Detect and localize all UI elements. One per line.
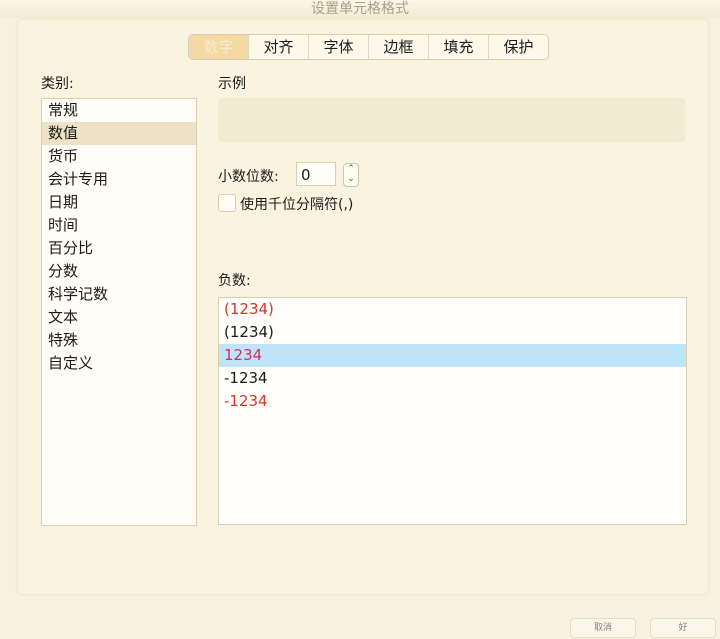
category-item-percentage[interactable]: 百分比 bbox=[42, 237, 196, 260]
ok-button[interactable]: 好 bbox=[650, 618, 716, 638]
category-item-scientific[interactable]: 科学记数 bbox=[42, 283, 196, 306]
title-bar: 设置单元格格式 bbox=[0, 0, 720, 18]
chevron-down-icon[interactable]: ⌄ bbox=[344, 174, 358, 184]
category-item-time[interactable]: 时间 bbox=[42, 214, 196, 237]
decimal-places-label: 小数位数: bbox=[218, 169, 279, 185]
decimal-places-stepper[interactable]: ⌃ ⌄ bbox=[343, 163, 359, 187]
tab-alignment[interactable]: 对齐 bbox=[249, 35, 309, 59]
negative-numbers-list[interactable]: (1234) (1234) 1234 -1234 -1234 bbox=[218, 297, 687, 525]
category-item-special[interactable]: 特殊 bbox=[42, 329, 196, 352]
negative-format-item[interactable]: (1234) bbox=[219, 321, 686, 344]
category-item-currency[interactable]: 货币 bbox=[42, 145, 196, 168]
category-item-fraction[interactable]: 分数 bbox=[42, 260, 196, 283]
tab-font[interactable]: 字体 bbox=[309, 35, 369, 59]
sample-label: 示例 bbox=[218, 76, 246, 92]
category-label: 类别: bbox=[41, 76, 74, 92]
negative-format-item-selected[interactable]: 1234 bbox=[219, 344, 686, 367]
tab-fill[interactable]: 填充 bbox=[429, 35, 489, 59]
category-list[interactable]: 常规 数值 货币 会计专用 日期 时间 百分比 分数 科学记数 文本 特殊 自定… bbox=[41, 98, 197, 526]
negative-format-item[interactable]: (1234) bbox=[219, 298, 686, 321]
category-item-custom[interactable]: 自定义 bbox=[42, 352, 196, 375]
negative-numbers-label: 负数: bbox=[218, 273, 251, 289]
category-item-general[interactable]: 常规 bbox=[42, 99, 196, 122]
category-item-text[interactable]: 文本 bbox=[42, 306, 196, 329]
decimal-places-input[interactable]: 0 bbox=[296, 162, 336, 186]
tab-border[interactable]: 边框 bbox=[369, 35, 429, 59]
chevron-up-icon[interactable]: ⌃ bbox=[344, 164, 358, 174]
category-item-date[interactable]: 日期 bbox=[42, 191, 196, 214]
tab-number[interactable]: 数字 bbox=[189, 35, 249, 59]
negative-format-item[interactable]: -1234 bbox=[219, 367, 686, 390]
category-item-accounting[interactable]: 会计专用 bbox=[42, 168, 196, 191]
thousands-separator-checkbox[interactable] bbox=[218, 194, 236, 212]
sample-preview bbox=[218, 98, 685, 142]
thousands-separator-label: 使用千位分隔符(,) bbox=[240, 197, 354, 213]
cancel-button[interactable]: 取消 bbox=[570, 618, 636, 638]
tab-bar: 数字 对齐 字体 边框 填充 保护 bbox=[188, 34, 549, 60]
negative-format-item[interactable]: -1234 bbox=[219, 390, 686, 413]
tab-protection[interactable]: 保护 bbox=[489, 35, 548, 59]
category-item-number[interactable]: 数值 bbox=[42, 122, 196, 145]
window-title: 设置单元格格式 bbox=[311, 1, 409, 17]
